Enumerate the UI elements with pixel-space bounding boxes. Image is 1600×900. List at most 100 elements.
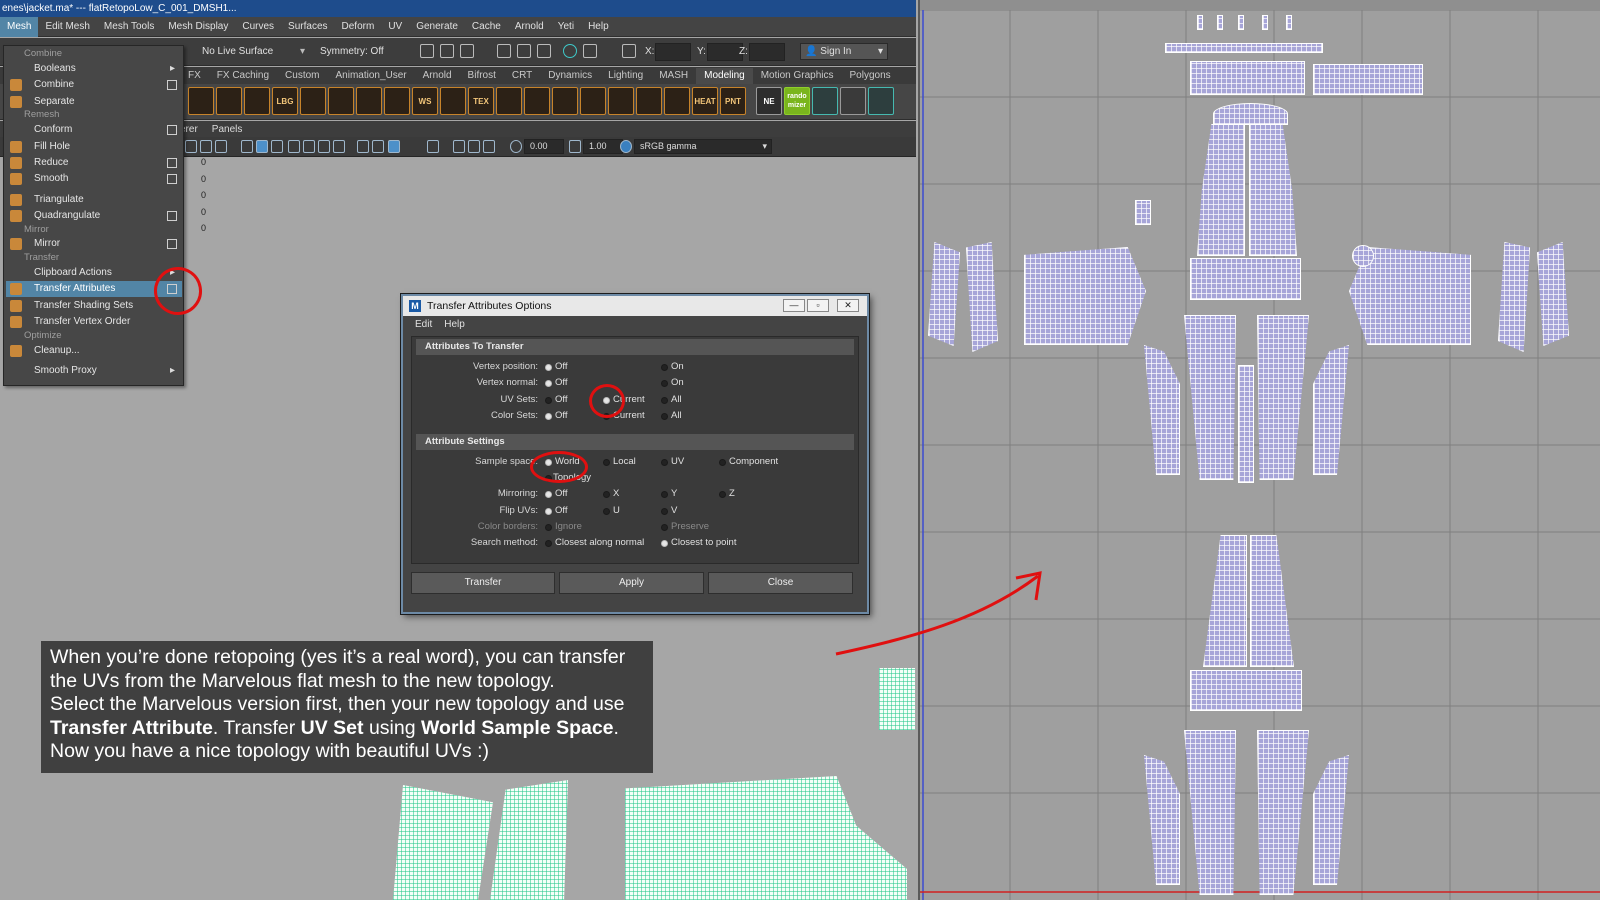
wireframe-icon[interactable] bbox=[241, 140, 253, 153]
x-coordinate-input[interactable] bbox=[655, 43, 691, 61]
mirroring-x-radio[interactable]: X bbox=[603, 488, 619, 499]
menu-item-separate[interactable]: Separate bbox=[6, 94, 182, 110]
shelf-tool-icon[interactable] bbox=[580, 87, 606, 115]
symmetry-dropdown[interactable]: Symmetry: Off bbox=[320, 44, 384, 60]
option-box-icon[interactable] bbox=[167, 211, 177, 221]
vertex-position-on-radio[interactable]: On bbox=[661, 361, 684, 372]
menu-item-quadrangulate[interactable]: Quadrangulate bbox=[6, 208, 182, 224]
shelf-tab-bifrost[interactable]: Bifrost bbox=[460, 68, 504, 84]
menu-surfaces[interactable]: Surfaces bbox=[281, 17, 334, 37]
shelf-tool-icon[interactable] bbox=[188, 87, 214, 115]
menu-item-smooth[interactable]: Smooth bbox=[6, 171, 182, 187]
render-view-icon[interactable] bbox=[537, 44, 551, 58]
mirroring-y-radio[interactable]: Y bbox=[661, 488, 677, 499]
menu-yeti[interactable]: Yeti bbox=[551, 17, 581, 37]
shelf-tab-mash[interactable]: MASH bbox=[651, 68, 696, 84]
shelf-tool-icon[interactable] bbox=[356, 87, 382, 115]
mirroring-off-radio[interactable]: Off bbox=[545, 488, 568, 499]
menu-item-clipboard-actions[interactable]: Clipboard Actions ▸ bbox=[6, 265, 182, 281]
shelf-tab-fx-caching[interactable]: FX Caching bbox=[209, 68, 277, 84]
shelf-tool-icon[interactable] bbox=[300, 87, 326, 115]
vertex-position-off-radio[interactable]: Off bbox=[545, 361, 568, 372]
sample-space-local-radio[interactable]: Local bbox=[603, 456, 636, 467]
shelf-tab-motion-graphics[interactable]: Motion Graphics bbox=[753, 68, 842, 84]
shelf-tab-fx[interactable]: FX bbox=[180, 68, 209, 84]
menu-item-transfer-vertex-order[interactable]: Transfer Vertex Order bbox=[6, 314, 182, 330]
section-attribute-settings[interactable]: Attribute Settings bbox=[416, 434, 854, 450]
shelf-tool-icon[interactable] bbox=[636, 87, 662, 115]
menu-item-conform[interactable]: Conform bbox=[6, 122, 182, 138]
shelf-tool-icon[interactable] bbox=[244, 87, 270, 115]
shelf-tab-animation-user[interactable]: Animation_User bbox=[327, 68, 414, 84]
option-box-icon[interactable] bbox=[167, 80, 177, 90]
toolbar-icon[interactable] bbox=[483, 140, 495, 153]
toolbar-icon[interactable] bbox=[372, 140, 384, 153]
shelf-tab-crt[interactable]: CRT bbox=[504, 68, 540, 84]
shelf-tool-icon[interactable] bbox=[664, 87, 690, 115]
menu-item-triangulate[interactable]: Triangulate bbox=[6, 192, 182, 208]
menu-panels[interactable]: Panels bbox=[212, 124, 243, 135]
option-box-icon[interactable] bbox=[167, 174, 177, 184]
search-method-closest-point-radio[interactable]: Closest to point bbox=[661, 537, 736, 548]
shelf-tool-randomizer-icon[interactable]: rando mizer bbox=[784, 87, 810, 115]
toolbar-icon[interactable] bbox=[288, 140, 300, 153]
shelf-tool-icon[interactable] bbox=[440, 87, 466, 115]
shelf-tool-icon[interactable] bbox=[216, 87, 242, 115]
menu-arnold[interactable]: Arnold bbox=[508, 17, 551, 37]
toolbar-icon[interactable] bbox=[303, 140, 315, 153]
snap-toggle-icon[interactable] bbox=[622, 44, 636, 58]
toolbar-icon[interactable] bbox=[271, 140, 283, 153]
ipr-render-icon[interactable] bbox=[460, 44, 474, 58]
shelf-tool-tex-icon[interactable]: TEX bbox=[468, 87, 494, 115]
shelf-tool-icon[interactable] bbox=[608, 87, 634, 115]
toolbar-icon[interactable] bbox=[200, 140, 212, 153]
sample-space-uv-radio[interactable]: UV bbox=[661, 456, 684, 467]
uv-editor-viewport[interactable] bbox=[918, 0, 1600, 900]
render-frame-icon[interactable] bbox=[440, 44, 454, 58]
vertex-normal-off-radio[interactable]: Off bbox=[545, 377, 568, 388]
menu-cache[interactable]: Cache bbox=[465, 17, 508, 37]
search-method-closest-normal-radio[interactable]: Closest along normal bbox=[545, 537, 644, 548]
menu-curves[interactable]: Curves bbox=[235, 17, 281, 37]
dialog-menu-help[interactable]: Help bbox=[444, 316, 465, 334]
shelf-tool-icon[interactable] bbox=[552, 87, 578, 115]
shelf-tool-ws-icon[interactable]: WS bbox=[412, 87, 438, 115]
shelf-tool-heat-icon[interactable]: HEAT bbox=[692, 87, 718, 115]
gamma-icon[interactable] bbox=[569, 140, 581, 153]
shelf-tool-arnold-icon[interactable] bbox=[812, 87, 838, 115]
pause-icon[interactable] bbox=[583, 44, 597, 58]
view-transform-dropdown[interactable]: sRGB gamma ▾ bbox=[634, 139, 772, 154]
toolbar-icon[interactable] bbox=[453, 140, 465, 153]
shelf-tool-pnt-icon[interactable]: PNT bbox=[720, 87, 746, 115]
arnold-render-icon[interactable] bbox=[563, 44, 577, 58]
menu-generate[interactable]: Generate bbox=[409, 17, 465, 37]
menu-mesh[interactable]: Mesh bbox=[0, 16, 39, 37]
shelf-tab-lighting[interactable]: Lighting bbox=[600, 68, 651, 84]
uv-sets-all-radio[interactable]: All bbox=[661, 394, 682, 405]
gamma-field[interactable]: 1.00 bbox=[583, 139, 623, 154]
shelf-tab-polygons[interactable]: Polygons bbox=[842, 68, 899, 84]
minimize-button[interactable]: — bbox=[783, 299, 805, 312]
smooth-shade-icon[interactable] bbox=[256, 140, 268, 153]
symmetry-dropdown-arrow-icon[interactable]: ▾ bbox=[300, 44, 305, 60]
close-window-button[interactable]: ✕ bbox=[837, 299, 859, 312]
color-management-icon[interactable] bbox=[620, 140, 632, 153]
uv-sets-off-radio[interactable]: Off bbox=[545, 394, 568, 405]
shelf-tool-icon[interactable] bbox=[524, 87, 550, 115]
maximize-button[interactable]: ▫ bbox=[807, 299, 829, 312]
menu-item-fill-hole[interactable]: Fill Hole bbox=[6, 139, 182, 155]
flip-uvs-off-radio[interactable]: Off bbox=[545, 505, 568, 516]
color-sets-all-radio[interactable]: All bbox=[661, 410, 682, 421]
menu-item-booleans[interactable]: Booleans ▸ bbox=[6, 61, 182, 77]
menu-mesh-tools[interactable]: Mesh Tools bbox=[97, 17, 161, 37]
shelf-tab-custom[interactable]: Custom bbox=[277, 68, 327, 84]
y-coordinate-input[interactable] bbox=[707, 43, 743, 61]
render-region-icon[interactable] bbox=[420, 44, 434, 58]
lighting-icon[interactable] bbox=[318, 140, 330, 153]
option-box-icon[interactable] bbox=[167, 158, 177, 168]
toolbar-icon[interactable] bbox=[333, 140, 345, 153]
menu-item-combine[interactable]: Combine bbox=[6, 77, 182, 93]
menu-item-mirror[interactable]: Mirror bbox=[6, 236, 182, 252]
live-surface-field[interactable]: No Live Surface bbox=[202, 44, 273, 60]
sign-in-button[interactable]: 👤 Sign In ▾ bbox=[800, 43, 888, 60]
